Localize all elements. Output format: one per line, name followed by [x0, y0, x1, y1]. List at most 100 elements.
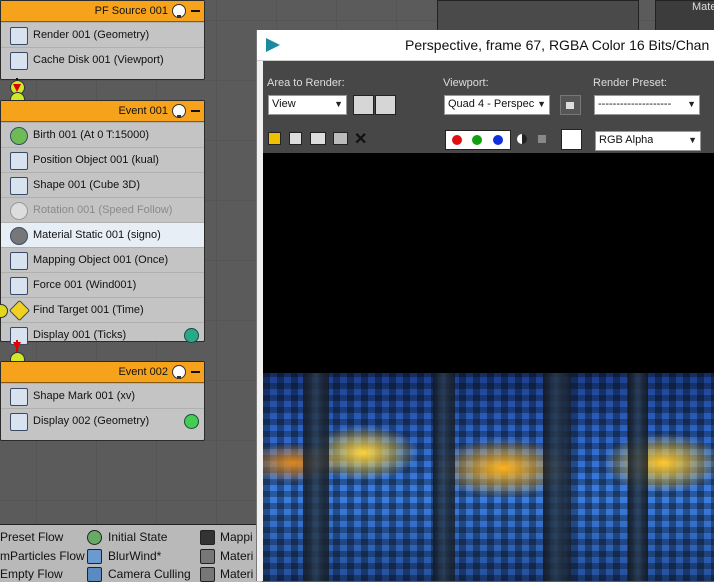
operator-row[interactable]: Display 002 (Geometry) — [1, 408, 204, 433]
depot-item-mparticles-flow[interactable]: mParticles Flow — [0, 549, 85, 563]
depot-item-blurwind[interactable]: BlurWind* — [108, 549, 161, 563]
wire-arrow-icon — [13, 84, 21, 92]
operator-row[interactable]: Display 001 (Ticks) — [1, 322, 204, 347]
operator-row[interactable]: Shape Mark 001 (xv) — [1, 383, 204, 408]
lock-viewport-button[interactable] — [560, 95, 581, 115]
test-output-connector[interactable] — [0, 304, 8, 318]
edit-region-button[interactable] — [353, 95, 374, 115]
auto-region-button[interactable] — [375, 95, 396, 115]
background-color-swatch[interactable] — [561, 129, 582, 150]
depot-item-material[interactable]: Materi — [220, 549, 253, 563]
red-channel-toggle[interactable] — [452, 135, 462, 145]
alpha-toggle-icon[interactable] — [517, 134, 527, 144]
depot-item-camera-culling[interactable]: Camera Culling — [108, 567, 191, 581]
tree-silhouette — [433, 373, 455, 581]
operator-label: Render 001 (Geometry) — [33, 29, 150, 41]
tree-silhouette — [628, 373, 648, 581]
tree-silhouette — [543, 373, 571, 581]
monochrome-icon[interactable] — [538, 135, 546, 143]
viewport-label: Viewport: — [443, 77, 489, 89]
minimize-icon[interactable] — [191, 10, 200, 12]
viewport-value: Quad 4 - Perspec — [448, 98, 534, 110]
blurwind-icon — [87, 549, 102, 564]
area-to-render-label: Area to Render: — [267, 77, 345, 89]
print-icon[interactable] — [333, 132, 348, 145]
material-icon — [200, 567, 215, 582]
material-static-icon — [10, 227, 28, 245]
operator-row[interactable]: Cache Disk 001 (Viewport) — [1, 47, 204, 72]
operator-row[interactable]: Position Object 001 (kual) — [1, 147, 204, 172]
operator-label: Shape Mark 001 (xv) — [33, 390, 136, 402]
depot-item-material-2[interactable]: Materi — [220, 567, 253, 581]
node-title: PF Source 001 — [94, 5, 168, 17]
area-to-render-select[interactable]: View ▼ — [268, 95, 347, 115]
display-color-swatch[interactable] — [184, 328, 199, 343]
lightbulb-icon[interactable] — [172, 4, 186, 18]
operator-label: Rotation 001 (Speed Follow) — [33, 204, 173, 216]
operator-row[interactable]: Find Target 001 (Time) — [0, 297, 204, 322]
copy-image-icon[interactable] — [289, 132, 302, 145]
shape-icon — [10, 177, 28, 195]
operator-depot: Preset Flow mParticles Flow Empty Flow I… — [0, 524, 262, 582]
node-header[interactable]: Event 001 — [1, 101, 204, 122]
pf-source-node[interactable]: PF Source 001 Render 001 (Geometry) Cach… — [0, 0, 205, 80]
operator-label: Birth 001 (At 0 T:15000) — [33, 129, 149, 141]
green-channel-toggle[interactable] — [472, 135, 482, 145]
node-header[interactable]: PF Source 001 — [1, 1, 204, 22]
operator-label: Position Object 001 (kual) — [33, 154, 159, 166]
operator-label: Cache Disk 001 (Viewport) — [33, 54, 164, 66]
operator-label: Material Static 001 (signo) — [33, 229, 161, 241]
minimize-icon[interactable] — [191, 110, 200, 112]
window-titlebar[interactable]: Perspective, frame 67, RGBA Color 16 Bit… — [257, 30, 714, 61]
chevron-down-icon: ▼ — [687, 99, 696, 109]
chevron-down-icon: ▼ — [537, 99, 546, 109]
depot-item-initial-state[interactable]: Initial State — [108, 530, 167, 544]
operator-label: Display 002 (Geometry) — [33, 415, 150, 427]
clear-icon[interactable]: ✕ — [354, 129, 367, 149]
operator-row[interactable]: Force 001 (Wind001) — [1, 272, 204, 297]
operator-row-disabled[interactable]: Rotation 001 (Speed Follow) — [1, 197, 204, 222]
operator-label: Force 001 (Wind001) — [33, 279, 137, 291]
event-001-node[interactable]: Event 001 Birth 001 (At 0 T:15000) Posit… — [0, 100, 205, 345]
clone-window-icon[interactable] — [310, 132, 326, 145]
chevron-down-icon: ▼ — [688, 135, 697, 145]
cache-disk-icon — [10, 52, 28, 70]
lightbulb-icon[interactable] — [172, 104, 186, 118]
image-toolbar: ✕ RGB Alpha ▼ — [263, 124, 714, 153]
viewport-select[interactable]: Quad 4 - Perspec ▼ — [444, 95, 550, 115]
depot-item-mapping[interactable]: Mappi — [220, 530, 253, 544]
depot-item-preset-flow[interactable]: Preset Flow — [0, 530, 63, 544]
event-002-node[interactable]: Event 002 Shape Mark 001 (xv) Display 00… — [0, 361, 205, 441]
initial-state-icon — [87, 530, 102, 545]
wire-arrow-icon — [13, 342, 21, 350]
find-target-icon — [8, 299, 31, 322]
node-header[interactable]: Event 002 — [1, 362, 204, 383]
app-logo-icon — [266, 38, 280, 52]
camera-culling-icon — [87, 567, 102, 582]
render-preset-select[interactable]: -------------------- ▼ — [594, 95, 700, 115]
lightbulb-icon[interactable] — [172, 365, 186, 379]
channel-display-select[interactable]: RGB Alpha ▼ — [595, 131, 701, 151]
area-to-render-value: View — [272, 98, 296, 110]
save-image-icon[interactable] — [268, 132, 281, 145]
blue-channel-toggle[interactable] — [493, 135, 503, 145]
force-icon — [10, 277, 28, 295]
rendered-image[interactable] — [263, 153, 714, 581]
operator-label: Display 001 (Ticks) — [33, 329, 127, 341]
operator-row[interactable]: Shape 001 (Cube 3D) — [1, 172, 204, 197]
lock-icon — [566, 102, 574, 109]
operator-row[interactable]: Birth 001 (At 0 T:15000) — [1, 122, 204, 147]
mapping-icon — [200, 530, 215, 545]
minimize-icon[interactable] — [191, 371, 200, 373]
position-object-icon — [10, 152, 28, 170]
operator-row-selected[interactable]: Material Static 001 (signo) — [1, 222, 204, 247]
render-op-icon — [10, 27, 28, 45]
tree-silhouette — [303, 373, 329, 581]
operator-row[interactable]: Mapping Object 001 (Once) — [1, 247, 204, 272]
depot-item-empty-flow[interactable]: Empty Flow — [0, 567, 63, 581]
display-color-swatch[interactable] — [184, 414, 199, 429]
display-icon — [10, 413, 28, 431]
render-preset-label: Render Preset: — [593, 77, 667, 89]
operator-row[interactable]: Render 001 (Geometry) — [1, 22, 204, 47]
mapping-object-icon — [10, 252, 28, 270]
